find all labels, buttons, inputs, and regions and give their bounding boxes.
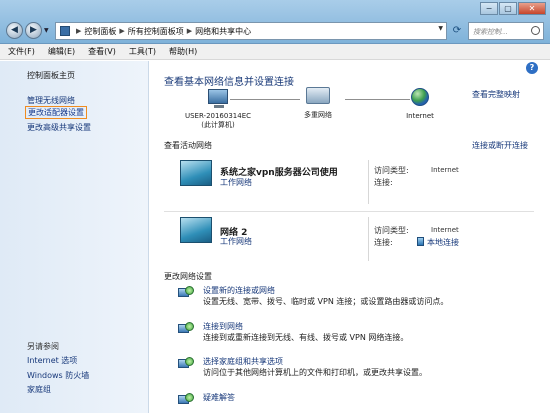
menu-edit[interactable]: 编辑(E) (48, 46, 75, 57)
breadcrumb-all-items[interactable]: 所有控制面板项 (128, 26, 184, 37)
access-type-label: 访问类型: (374, 166, 409, 175)
node-label: USER-20160314EC (184, 112, 252, 120)
connection-label: 连接: (374, 238, 393, 247)
main-content: ? 查看基本网络信息并设置连接 查看完整映射 USER-20160314EC (… (150, 61, 550, 413)
network-node-multiple[interactable]: 多重网络 (283, 87, 353, 120)
search-icon[interactable] (531, 26, 540, 35)
close-button[interactable]: ✕ (518, 2, 546, 15)
work-network-icon (180, 160, 212, 186)
see-also-internet-options[interactable]: Internet 选项 (27, 355, 77, 366)
sidebar-change-adapter-settings[interactable]: 更改适配器设置 (25, 106, 87, 119)
breadcrumb-network-center[interactable]: 网络和共享中心 (195, 26, 251, 37)
menu-bar: 文件(F) 编辑(E) 查看(V) 工具(T) 帮助(H) (0, 44, 550, 60)
network-node-internet[interactable]: Internet (386, 88, 454, 120)
access-type-value: Internet (431, 226, 459, 234)
divider (368, 160, 369, 204)
breadcrumb-control-panel[interactable]: 控制面板 (84, 26, 116, 37)
access-type-label: 访问类型: (374, 226, 409, 235)
change-settings-heading: 更改网络设置 (164, 272, 212, 281)
connect-disconnect-link[interactable]: 连接或断开连接 (472, 140, 528, 151)
active-network-2: 网络 2 工作网络 访问类型: Internet 连接: 本地连接 (164, 217, 528, 277)
connect-network-icon (178, 322, 195, 336)
search-placeholder: 搜索控制... (473, 28, 508, 36)
task-description: 连接到或重新连接到无线、有线、拨号或 VPN 网络连接。 (203, 333, 409, 342)
network-type-link[interactable]: 工作网络 (220, 177, 252, 188)
local-connection-icon (417, 237, 424, 246)
task-description: 设置无线、宽带、拨号、临时或 VPN 连接；或设置路由器或访问点。 (203, 297, 449, 306)
task-link[interactable]: 疑难解答 (203, 392, 235, 403)
task-link[interactable]: 设置新的连接或网络 (203, 285, 275, 296)
active-networks-heading: 查看活动网络 (164, 141, 212, 150)
task-link[interactable]: 连接到网络 (203, 321, 243, 332)
control-panel-icon (60, 26, 70, 36)
node-sublabel: (此计算机) (201, 121, 235, 129)
breadcrumb-separator-icon[interactable]: ▶ (119, 27, 124, 35)
menu-view[interactable]: 查看(V) (88, 46, 116, 57)
internet-globe-icon (411, 88, 429, 106)
see-also-heading: 另请参阅 (27, 342, 59, 351)
search-input[interactable]: 搜索控制... (468, 22, 544, 40)
address-bar[interactable]: ▶ 控制面板 ▶ 所有控制面板项 ▶ 网络和共享中心 ▼ (55, 22, 447, 40)
task-troubleshoot[interactable]: 疑难解答 (178, 392, 528, 412)
network-node-computer[interactable]: USER-20160314EC (此计算机) (178, 89, 258, 130)
see-also-firewall[interactable]: Windows 防火墙 (27, 370, 89, 381)
troubleshoot-icon (178, 393, 195, 407)
sidebar: 控制面板主页 管理无线网络 更改适配器设置 更改高级共享设置 另请参阅 Inte… (0, 61, 149, 413)
divider (164, 211, 534, 212)
address-dropdown-icon[interactable]: ▼ (438, 25, 443, 32)
page-title: 查看基本网络信息并设置连接 (164, 77, 294, 88)
access-type-value: Internet (431, 166, 459, 174)
setup-connection-icon (178, 286, 195, 300)
sidebar-manage-wireless[interactable]: 管理无线网络 (27, 95, 75, 106)
work-network-icon (180, 217, 212, 243)
divider (368, 217, 369, 261)
network-type-link[interactable]: 工作网络 (220, 236, 252, 247)
breadcrumb-separator-icon[interactable]: ▶ (187, 27, 192, 35)
homegroup-icon (178, 357, 195, 371)
node-label: Internet (406, 112, 434, 120)
menu-file[interactable]: 文件(F) (8, 46, 35, 57)
breadcrumb-separator-icon[interactable]: ▶ (76, 27, 81, 35)
connection-label: 连接: (374, 178, 393, 187)
task-link[interactable]: 选择家庭组和共享选项 (203, 356, 283, 367)
computer-icon (208, 89, 228, 108)
local-connection-link[interactable]: 本地连接 (427, 237, 459, 248)
refresh-icon[interactable]: ⟳ (449, 23, 465, 39)
title-bar: − ▢ ✕ ◀ ▶ ▼ ▶ 控制面板 ▶ 所有控制面板项 ▶ 网络和共享中心 ▼… (0, 0, 550, 44)
window-controls: − ▢ ✕ (480, 2, 546, 15)
view-full-map-link[interactable]: 查看完整映射 (472, 89, 520, 100)
sidebar-change-sharing-settings[interactable]: 更改高级共享设置 (27, 122, 91, 133)
menu-help[interactable]: 帮助(H) (169, 46, 197, 57)
task-homegroup-sharing[interactable]: 选择家庭组和共享选项 访问位于其他网络计算机上的文件和打印机，或更改共享设置。 (178, 356, 528, 382)
help-icon[interactable]: ? (526, 62, 538, 74)
sidebar-control-panel-home[interactable]: 控制面板主页 (27, 70, 75, 81)
task-description: 访问位于其他网络计算机上的文件和打印机，或更改共享设置。 (203, 368, 427, 377)
menu-tools[interactable]: 工具(T) (129, 46, 156, 57)
recent-pages-chevron-down-icon[interactable]: ▼ (44, 27, 49, 34)
minimize-button[interactable]: − (480, 2, 498, 15)
see-also-homegroup[interactable]: 家庭组 (27, 384, 51, 395)
maximize-button[interactable]: ▢ (499, 2, 517, 15)
multiple-networks-icon (306, 87, 330, 104)
back-button[interactable]: ◀ (6, 22, 23, 39)
task-setup-connection[interactable]: 设置新的连接或网络 设置无线、宽带、拨号、临时或 VPN 连接；或设置路由器或访… (178, 285, 528, 311)
node-label: 多重网络 (304, 111, 332, 119)
forward-button[interactable]: ▶ (25, 22, 42, 39)
task-connect-network[interactable]: 连接到网络 连接到或重新连接到无线、有线、拨号或 VPN 网络连接。 (178, 321, 528, 347)
